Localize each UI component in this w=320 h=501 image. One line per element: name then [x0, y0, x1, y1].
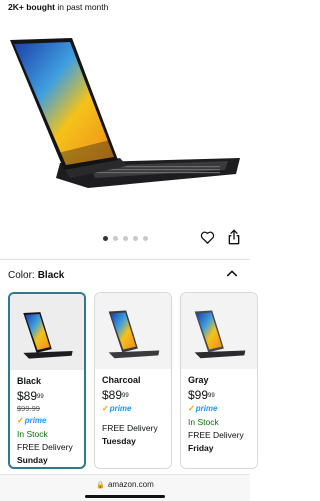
prime-badge: ✓prime	[188, 404, 218, 413]
variant-name: Charcoal	[102, 375, 141, 385]
delivery-label: FREE Delivery	[102, 423, 158, 433]
variant-thumbnail	[181, 293, 257, 369]
variant-card-black[interactable]: Black $8999 $99.99 ✓prime In Stock FREE …	[8, 292, 86, 469]
delivery-day: Sunday	[17, 455, 48, 465]
carousel-dot[interactable]	[122, 236, 128, 241]
heart-icon[interactable]	[200, 230, 215, 245]
carousel-dot[interactable]	[102, 236, 108, 241]
variant-thumbnail	[95, 293, 171, 369]
delivery-day: Friday	[188, 443, 214, 453]
variant-name: Black	[17, 376, 42, 386]
product-image[interactable]	[0, 18, 250, 228]
variant-card-gray[interactable]: Gray $9999 ✓prime In Stock FREE Delivery…	[180, 292, 258, 469]
delivery-label: FREE Delivery	[188, 430, 244, 440]
variant-price: $8999	[102, 388, 129, 402]
chevron-up-icon[interactable]	[226, 268, 238, 278]
prime-badge: ✓prime	[102, 404, 132, 413]
color-variant-list: Black $8999 $99.99 ✓prime In Stock FREE …	[8, 292, 258, 472]
carousel-dot[interactable]	[112, 236, 118, 241]
variant-price: $9999	[188, 388, 215, 402]
share-icon[interactable]	[227, 229, 241, 245]
variant-list-price: $99.99	[17, 404, 40, 413]
section-divider	[0, 259, 250, 260]
variant-name: Gray	[188, 375, 209, 385]
delivery-day: Tuesday	[102, 436, 136, 446]
home-indicator	[85, 495, 165, 498]
url-display[interactable]: 🔒 amazon.com	[0, 480, 250, 489]
variant-card-charcoal[interactable]: Charcoal $8999 ✓prime FREE Delivery Tues…	[94, 292, 172, 469]
color-selector-label: Color: Black	[8, 270, 65, 281]
stock-status: In Stock	[188, 417, 219, 427]
variant-thumbnail	[10, 294, 84, 370]
stock-status: In Stock	[17, 429, 48, 439]
carousel-dot[interactable]	[132, 236, 138, 241]
prime-badge: ✓prime	[17, 416, 47, 425]
variant-price: $8999	[17, 389, 44, 403]
delivery-label: FREE Delivery	[17, 442, 73, 452]
carousel-dot[interactable]	[142, 236, 148, 241]
browser-address-bar[interactable]: 🔒 amazon.com	[0, 474, 250, 501]
bought-count: 2K+ bought in past month	[8, 2, 109, 12]
lock-icon: 🔒	[96, 482, 105, 489]
